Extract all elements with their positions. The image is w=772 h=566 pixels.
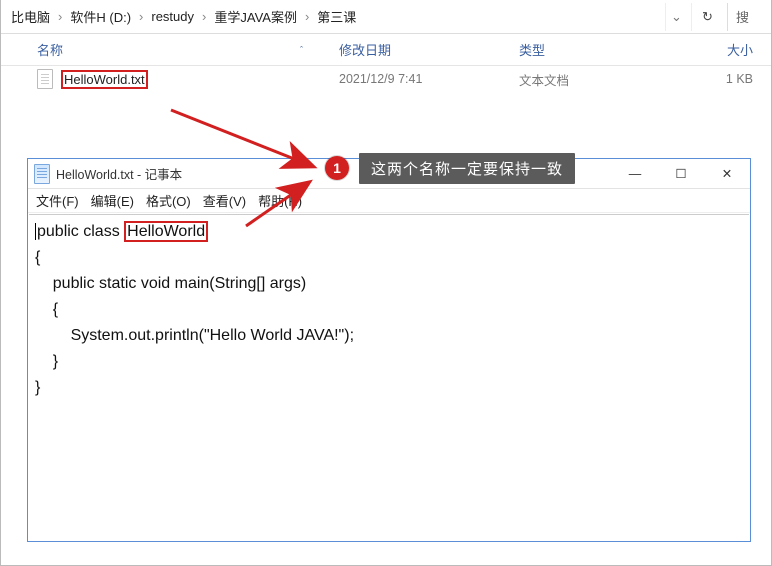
minimize-button[interactable]: —: [612, 159, 658, 188]
maximize-icon: ☐: [675, 166, 686, 181]
crumb-4[interactable]: 第三课: [313, 3, 360, 30]
code-l5: System.out.println("Hello World JAVA!");: [35, 323, 743, 349]
notepad-window: HelloWorld.txt - 记事本 — ☐ ✕ 文件(F) 编辑(E) 格…: [27, 158, 751, 542]
column-size[interactable]: 大小: [661, 40, 771, 59]
menu-edit[interactable]: 编辑(E): [91, 191, 134, 210]
notepad-menubar: 文件(F) 编辑(E) 格式(O) 查看(V) 帮助(H): [28, 189, 750, 213]
file-date: 2021/12/9 7:41: [331, 72, 511, 86]
menu-format[interactable]: 格式(O): [146, 191, 191, 210]
close-icon: ✕: [722, 166, 732, 181]
breadcrumb-dropdown[interactable]: ⌄: [665, 3, 687, 31]
file-size: 1 KB: [661, 72, 771, 86]
window-controls: — ☐ ✕: [612, 159, 750, 188]
menu-view[interactable]: 查看(V): [203, 191, 246, 210]
column-date-label: 修改日期: [339, 40, 391, 59]
column-size-label: 大小: [727, 40, 753, 59]
chevron-right-icon: ›: [303, 9, 311, 24]
search-input[interactable]: 搜: [727, 3, 767, 31]
close-button[interactable]: ✕: [704, 159, 750, 188]
crumb-3[interactable]: 重学JAVA案例: [210, 3, 301, 30]
chevron-right-icon: ›: [56, 9, 64, 24]
menu-help[interactable]: 帮助(H): [258, 191, 302, 210]
crumb-1[interactable]: 软件H (D:): [66, 3, 135, 30]
minimize-icon: —: [629, 167, 642, 181]
code-l7: }: [35, 375, 743, 401]
search-icon: 搜: [736, 7, 749, 26]
code-l4: {: [35, 297, 743, 323]
code-l3: public static void main(String[] args): [35, 271, 743, 297]
annotation-label: 这两个名称一定要保持一致: [359, 153, 575, 184]
maximize-button[interactable]: ☐: [658, 159, 704, 188]
column-date[interactable]: 修改日期: [331, 40, 511, 59]
file-name: HelloWorld.txt: [61, 70, 148, 89]
chevron-right-icon: ›: [200, 9, 208, 24]
column-type-label: 类型: [519, 40, 545, 59]
crumb-0[interactable]: 比电脑: [7, 3, 54, 30]
chevron-right-icon: ›: [137, 9, 145, 24]
explorer-column-header: 名称 ˆ 修改日期 类型 大小: [1, 34, 771, 66]
refresh-button[interactable]: ↻: [691, 3, 723, 31]
explorer-address-bar: 比电脑 › 软件H (D:) › restudy › 重学JAVA案例 › 第三…: [1, 0, 771, 34]
refresh-icon: ↻: [702, 9, 713, 25]
code-l1a: public class: [37, 223, 124, 240]
code-classname: HelloWorld: [124, 221, 208, 242]
text-file-icon: [37, 69, 53, 89]
notepad-icon: [34, 164, 50, 184]
notepad-text-area[interactable]: public class HelloWorld { public static …: [29, 214, 749, 540]
sort-ascending-icon: ˆ: [300, 45, 303, 55]
breadcrumb[interactable]: 比电脑 › 软件H (D:) › restudy › 重学JAVA案例 › 第三…: [7, 3, 661, 30]
file-type: 文本文档: [511, 70, 661, 89]
file-row[interactable]: HelloWorld.txt 2021/12/9 7:41 文本文档 1 KB: [1, 66, 771, 92]
code-l2: {: [35, 245, 743, 271]
column-name[interactable]: 名称 ˆ: [1, 40, 331, 59]
column-type[interactable]: 类型: [511, 40, 661, 59]
crumb-2[interactable]: restudy: [147, 5, 198, 28]
column-name-label: 名称: [37, 40, 63, 59]
annotation-badge: 1: [325, 156, 349, 180]
code-l6: }: [35, 349, 743, 375]
menu-file[interactable]: 文件(F): [36, 191, 79, 210]
file-list: HelloWorld.txt 2021/12/9 7:41 文本文档 1 KB: [1, 66, 771, 92]
